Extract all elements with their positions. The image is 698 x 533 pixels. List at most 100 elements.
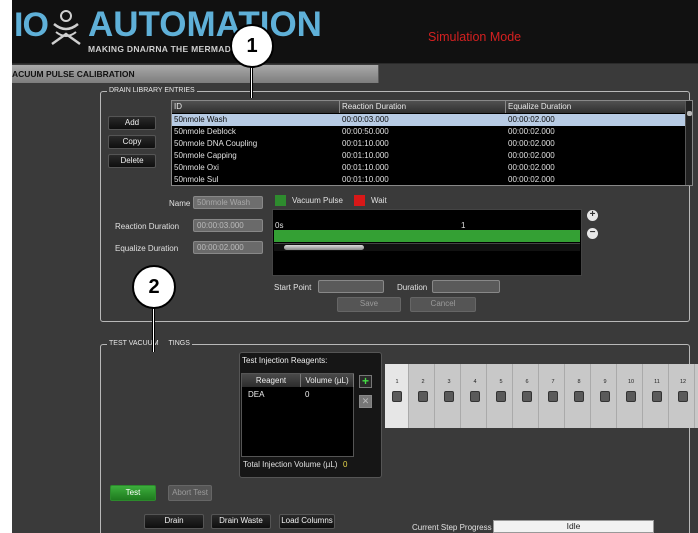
reaction-duration-field[interactable]: 00:00:03.000 — [193, 219, 263, 232]
table-row[interactable]: 50nmole Sul 00:01:10.000 00:00:02.000 — [172, 174, 686, 185]
zoom-out-icon[interactable]: − — [587, 228, 598, 239]
name-field[interactable]: 50nmole Wash — [193, 196, 263, 209]
simulation-mode-label: Simulation Mode — [428, 30, 522, 44]
table-header: ID Reaction Duration Equalize Duration — [172, 101, 686, 113]
table-row[interactable]: 50nmole Oxi 00:01:10.000 00:00:02.000 — [172, 162, 686, 174]
column-valve-icon — [522, 391, 532, 402]
column-header-equalize[interactable]: Equalize Duration — [506, 101, 686, 113]
column-slot[interactable]: 9 — [593, 364, 617, 428]
column-slot[interactable]: 5 — [489, 364, 513, 428]
test-settings-legend: TEST VACUUM TINGS — [107, 340, 192, 347]
total-volume-label: Total Injection Volume (µL) — [243, 460, 338, 469]
reagents-title: Test Injection Reagents: — [242, 356, 328, 365]
table-scrollbar[interactable] — [685, 101, 692, 185]
row-equalize: 00:00:02.000 — [508, 127, 555, 136]
column-valve-icon — [392, 391, 402, 402]
reagent-name[interactable]: DEA — [248, 390, 264, 399]
wait-swatch — [354, 195, 365, 206]
table-scrollbar-thumb[interactable] — [687, 111, 692, 116]
column-slot[interactable]: 11 — [645, 364, 669, 428]
drain-waste-button[interactable]: Drain Waste — [211, 514, 271, 529]
timeline-scrollbar-thumb[interactable] — [284, 245, 364, 250]
drain-library-legend: DRAIN LIBRARY ENTRIES — [107, 87, 197, 94]
drain-button[interactable]: Drain — [144, 514, 204, 529]
vacuum-pulse-legend: Vacuum Pulse — [292, 196, 343, 205]
name-label: Name — [169, 199, 191, 208]
column-number: 2 — [421, 379, 425, 385]
row-equalize: 00:00:02.000 — [508, 163, 555, 172]
load-columns-button[interactable]: Load Columns — [279, 514, 335, 529]
current-step-progress-label: Current Step Progress — [412, 523, 492, 532]
timeline-start-label: 0s — [275, 221, 284, 230]
column-slot[interactable]: 7 — [541, 364, 565, 428]
row-equalize: 00:00:02.000 — [508, 151, 555, 160]
start-point-field[interactable] — [318, 280, 384, 293]
test-settings-legend-right: TINGS — [168, 340, 190, 347]
column-slot[interactable]: 4 — [463, 364, 487, 428]
table-row[interactable]: 50nmole Capping 00:01:10.000 00:00:02.00… — [172, 150, 686, 162]
row-equalize: 00:00:02.000 — [508, 115, 555, 124]
column-number: 9 — [603, 379, 607, 385]
callout-2: 2 — [132, 265, 176, 309]
timeline-marker-label: 1 — [461, 221, 466, 230]
column-header-volume: Volume (µL) — [301, 374, 354, 387]
timeline-scrollbar[interactable] — [274, 243, 580, 251]
column-number: 5 — [499, 379, 503, 385]
column-valve-icon — [444, 391, 454, 402]
column-valve-icon — [626, 391, 636, 402]
zoom-in-icon[interactable]: + — [587, 210, 598, 221]
column-valve-icon — [678, 391, 688, 402]
row-equalize: 00:00:02.000 — [508, 175, 555, 184]
column-number: 11 — [654, 379, 660, 385]
abort-test-button[interactable]: Abort Test — [168, 485, 212, 501]
equalize-duration-field[interactable]: 00:00:02.000 — [193, 241, 263, 254]
column-slot[interactable]: 3 — [437, 364, 461, 428]
copy-button[interactable]: Copy — [108, 135, 156, 149]
row-id: 50nmole Oxi — [174, 163, 219, 172]
table-row[interactable]: 50nmole Wash 00:00:03.000 00:00:02.000 — [172, 114, 686, 126]
callout-2-pointer — [152, 306, 155, 352]
cancel-button[interactable]: Cancel — [410, 297, 476, 312]
column-number: 7 — [551, 379, 555, 385]
column-slot[interactable]: 12 — [671, 364, 695, 428]
column-slot[interactable]: 2 — [411, 364, 435, 428]
row-reaction: 00:01:10.000 — [342, 139, 389, 148]
add-button[interactable]: Add — [108, 116, 156, 130]
column-number: 10 — [627, 379, 635, 385]
table-row[interactable]: 50nmole DNA Coupling 00:01:10.000 00:00:… — [172, 138, 686, 150]
column-selector: 1 2 3 4 5 6 7 8 9 10 11 12 — [385, 364, 698, 428]
duration-label: Duration — [397, 283, 428, 292]
reagents-table[interactable]: Reagent Volume (µL) DEA 0 — [241, 373, 354, 457]
reagent-volume[interactable]: 0 — [305, 390, 309, 399]
test-injection-reagents-panel: Test Injection Reagents: Reagent Volume … — [239, 352, 382, 478]
remove-reagent-icon[interactable]: ✕ — [359, 395, 372, 408]
column-valve-icon — [652, 391, 662, 402]
column-valve-icon — [548, 391, 558, 402]
row-reaction: 00:01:10.000 — [342, 175, 389, 184]
vacuum-pulse-bar[interactable] — [274, 230, 580, 242]
pulse-timeline[interactable]: 0s 1 — [272, 209, 582, 276]
column-slot[interactable]: 8 — [567, 364, 591, 428]
test-button[interactable]: Test — [110, 485, 156, 501]
logo-title: AUTOMATION — [88, 5, 322, 44]
save-button[interactable]: Save — [337, 297, 401, 312]
add-reagent-icon[interactable]: + — [359, 375, 372, 388]
row-id: 50nmole Sul — [174, 175, 219, 184]
table-row[interactable]: 50nmole Deblock 00:00:50.000 00:00:02.00… — [172, 126, 686, 138]
column-header-id[interactable]: ID — [172, 101, 340, 113]
column-number: 3 — [447, 379, 451, 385]
delete-button[interactable]: Delete — [108, 154, 156, 168]
column-slot[interactable]: 6 — [515, 364, 539, 428]
duration-field[interactable] — [432, 280, 500, 293]
drain-library-table[interactable]: ID Reaction Duration Equalize Duration 5… — [171, 100, 693, 186]
row-equalize: 00:00:02.000 — [508, 139, 555, 148]
column-number: 6 — [525, 379, 529, 385]
column-header-reagent: Reagent — [242, 374, 301, 387]
equalize-duration-label: Equalize Duration — [115, 244, 179, 253]
column-slot[interactable]: 10 — [619, 364, 643, 428]
column-header-reaction[interactable]: Reaction Duration — [340, 101, 506, 113]
column-valve-icon — [418, 391, 428, 402]
app-header: IO AUTOMATION MAKING DNA/RNA THE MERMADE… — [12, 0, 698, 64]
wait-legend: Wait — [371, 196, 387, 205]
column-slot[interactable]: 1 — [385, 364, 409, 428]
